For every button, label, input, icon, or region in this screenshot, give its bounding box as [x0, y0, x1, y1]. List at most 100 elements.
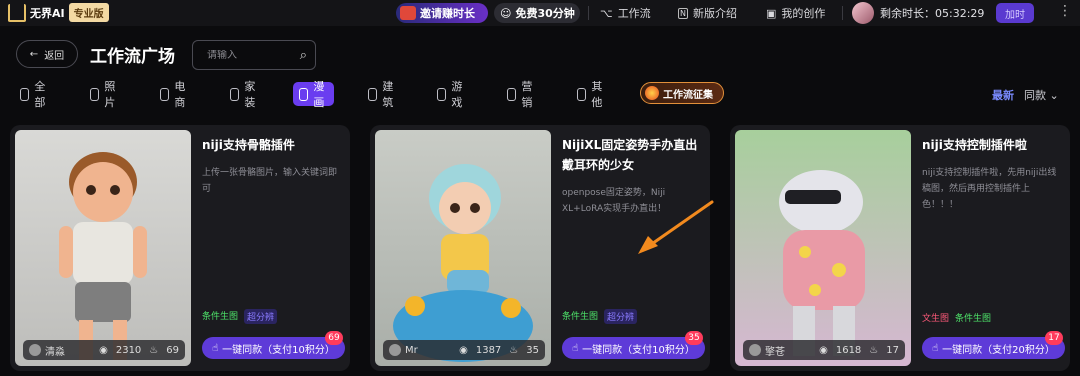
grid-icon	[20, 87, 30, 101]
user-icon: ☺	[500, 6, 512, 20]
tab-home-decor[interactable]: 家装	[230, 80, 259, 109]
nav-my-creations-label: 我的创作	[781, 7, 826, 20]
tab-game[interactable]: 游戏	[437, 80, 466, 109]
owner-avatar[interactable]	[749, 344, 761, 356]
card-owner-bar: 清淼 ◉ 2310 ♨ 69	[23, 340, 185, 360]
owner-name[interactable]: 擎苍	[765, 343, 785, 358]
card-thumbnail[interactable]: 清淼 ◉ 2310 ♨ 69	[15, 130, 191, 366]
divider	[588, 6, 589, 20]
clone-button[interactable]: ☝ 一键同款（支付10积分） 69	[202, 331, 345, 359]
like-count: 17	[886, 344, 899, 356]
count-badge: 69	[325, 331, 343, 345]
like-count: 35	[526, 344, 539, 356]
boy-figure-image	[59, 152, 147, 360]
nav-workflow[interactable]: ⌥ 工作流	[600, 5, 651, 21]
tag: 超分辨	[604, 309, 638, 324]
workflow-call-label: 工作流征集	[663, 89, 713, 101]
workflow-call-button[interactable]: 工作流征集	[640, 82, 724, 104]
search-icon[interactable]: ⌕	[300, 48, 307, 63]
crocodile-illustration-image	[779, 170, 865, 356]
nav-new-intro[interactable]: N 新版介绍	[678, 5, 737, 21]
card-tags: 条件生图 超分辨	[202, 309, 278, 324]
card-info: niji支持骨骼插件 上传一张骨骼图片，输入关键词即可	[202, 135, 342, 197]
eye-icon: ◉	[819, 344, 828, 356]
avatar[interactable]	[852, 2, 874, 24]
logo[interactable]: 无界AI 专业版	[8, 3, 109, 22]
tab-label: 游戏	[451, 80, 463, 109]
card-title: niji支持控制插件啦	[922, 138, 1027, 152]
like-icon[interactable]: ♨	[869, 345, 878, 356]
tab-label: 其他	[591, 80, 603, 109]
owner-name[interactable]: 清淼	[45, 343, 65, 358]
like-icon[interactable]: ♨	[149, 345, 158, 356]
clone-button[interactable]: ☝ 一键同款（支付20积分） 17	[922, 331, 1065, 359]
like-count: 69	[166, 344, 179, 356]
card-thumbnail[interactable]: 擎苍 ◉ 1618 ♨ 17	[735, 130, 911, 366]
view-count: 1618	[835, 344, 862, 356]
nav-my-creations[interactable]: ▣ 我的创作	[766, 5, 825, 21]
owner-name[interactable]: Mr	[405, 345, 418, 356]
sort-latest[interactable]: 最新	[992, 87, 1014, 103]
card-info: niji支持控制插件啦 niji支持控制插件啦，先用niji出线稿图，然后再用控…	[922, 135, 1062, 213]
card-desc: 上传一张骨骼图片，输入关键词即可	[202, 168, 338, 194]
add-time-button[interactable]: 加时	[996, 3, 1034, 23]
remaining-time: 剩余时长：05:32:29	[880, 7, 985, 20]
free-time-button[interactable]: ☺ 免费30分钟	[494, 3, 580, 23]
invite-label: 邀请赚时长	[420, 7, 475, 20]
like-icon[interactable]: ♨	[509, 345, 518, 356]
target-icon	[507, 87, 517, 101]
owner-avatar[interactable]	[389, 344, 401, 356]
search-input[interactable]	[207, 49, 287, 61]
card-title: NijiXL固定姿势手办直出戴耳环的少女	[562, 138, 698, 172]
search-box: ⌕	[192, 40, 316, 70]
tab-all[interactable]: 全部	[20, 80, 49, 109]
pro-badge: 专业版	[68, 3, 109, 22]
tab-label: 家装	[244, 80, 256, 109]
hand-icon: ☝	[932, 342, 939, 354]
comic-icon	[299, 87, 309, 101]
workflow-card[interactable]: 清淼 ◉ 2310 ♨ 69 niji支持骨骼插件 上传一张骨骼图片，输入关键词即可…	[10, 125, 350, 371]
sort-same[interactable]: 同款 ⌄	[1024, 87, 1059, 103]
card-thumbnail[interactable]: Mr ◉ 1387 ♨ 35	[375, 130, 551, 366]
count-badge: 35	[685, 331, 703, 345]
tab-label: 建筑	[382, 80, 394, 109]
eye-icon: ◉	[99, 344, 108, 356]
tab-label: 电商	[174, 80, 186, 109]
more-icon[interactable]: ⋮	[1058, 3, 1072, 19]
tab-label: 照片	[104, 80, 116, 109]
tag: 条件生图	[562, 312, 599, 322]
view-count: 1387	[475, 344, 502, 356]
building-icon	[368, 87, 378, 101]
tab-photo[interactable]: 照片	[90, 80, 119, 109]
gift-icon	[400, 6, 416, 20]
tab-ecommerce[interactable]: 电商	[160, 80, 189, 109]
logo-mark-icon	[8, 3, 26, 22]
card-owner-bar: Mr ◉ 1387 ♨ 35	[383, 340, 545, 360]
workflow-icon: ⌥	[600, 6, 613, 20]
tab-marketing[interactable]: 营销	[507, 80, 536, 109]
card-owner-bar: 擎苍 ◉ 1618 ♨ 17	[743, 340, 905, 360]
workflow-card[interactable]: 擎苍 ◉ 1618 ♨ 17 niji支持控制插件啦 niji支持控制插件啦，先用n…	[730, 125, 1070, 371]
sort-same-label: 同款	[1024, 89, 1046, 102]
girl-figurine-image	[393, 164, 533, 362]
card-desc: niji支持控制插件啦，先用niji出线稿图，然后再用控制插件上色！！！	[922, 168, 1057, 210]
arrow-left-icon: ←	[29, 48, 39, 60]
tab-label: 全部	[34, 80, 46, 109]
free-label: 免费30分钟	[515, 7, 575, 20]
tab-other[interactable]: 其他	[577, 80, 606, 109]
sofa-icon	[230, 87, 240, 101]
owner-avatar[interactable]	[29, 344, 41, 356]
tab-label: 漫画	[313, 80, 325, 109]
invite-button[interactable]: 邀请赚时长	[396, 3, 488, 23]
back-button[interactable]: ← 返回	[16, 40, 78, 68]
clone-label: 一键同款（支付20积分）	[942, 344, 1055, 356]
tab-architecture[interactable]: 建筑	[368, 80, 397, 109]
count-badge: 17	[1045, 331, 1063, 345]
tag: 文生图	[922, 314, 950, 324]
eye-icon: ◉	[459, 344, 468, 356]
back-label: 返回	[44, 50, 65, 62]
nav-new-intro-label: 新版介绍	[692, 7, 737, 20]
view-count: 2310	[115, 344, 142, 356]
clone-button[interactable]: ☝ 一键同款（支付10积分） 35	[562, 331, 705, 359]
tab-comic[interactable]: 漫画	[293, 80, 334, 109]
